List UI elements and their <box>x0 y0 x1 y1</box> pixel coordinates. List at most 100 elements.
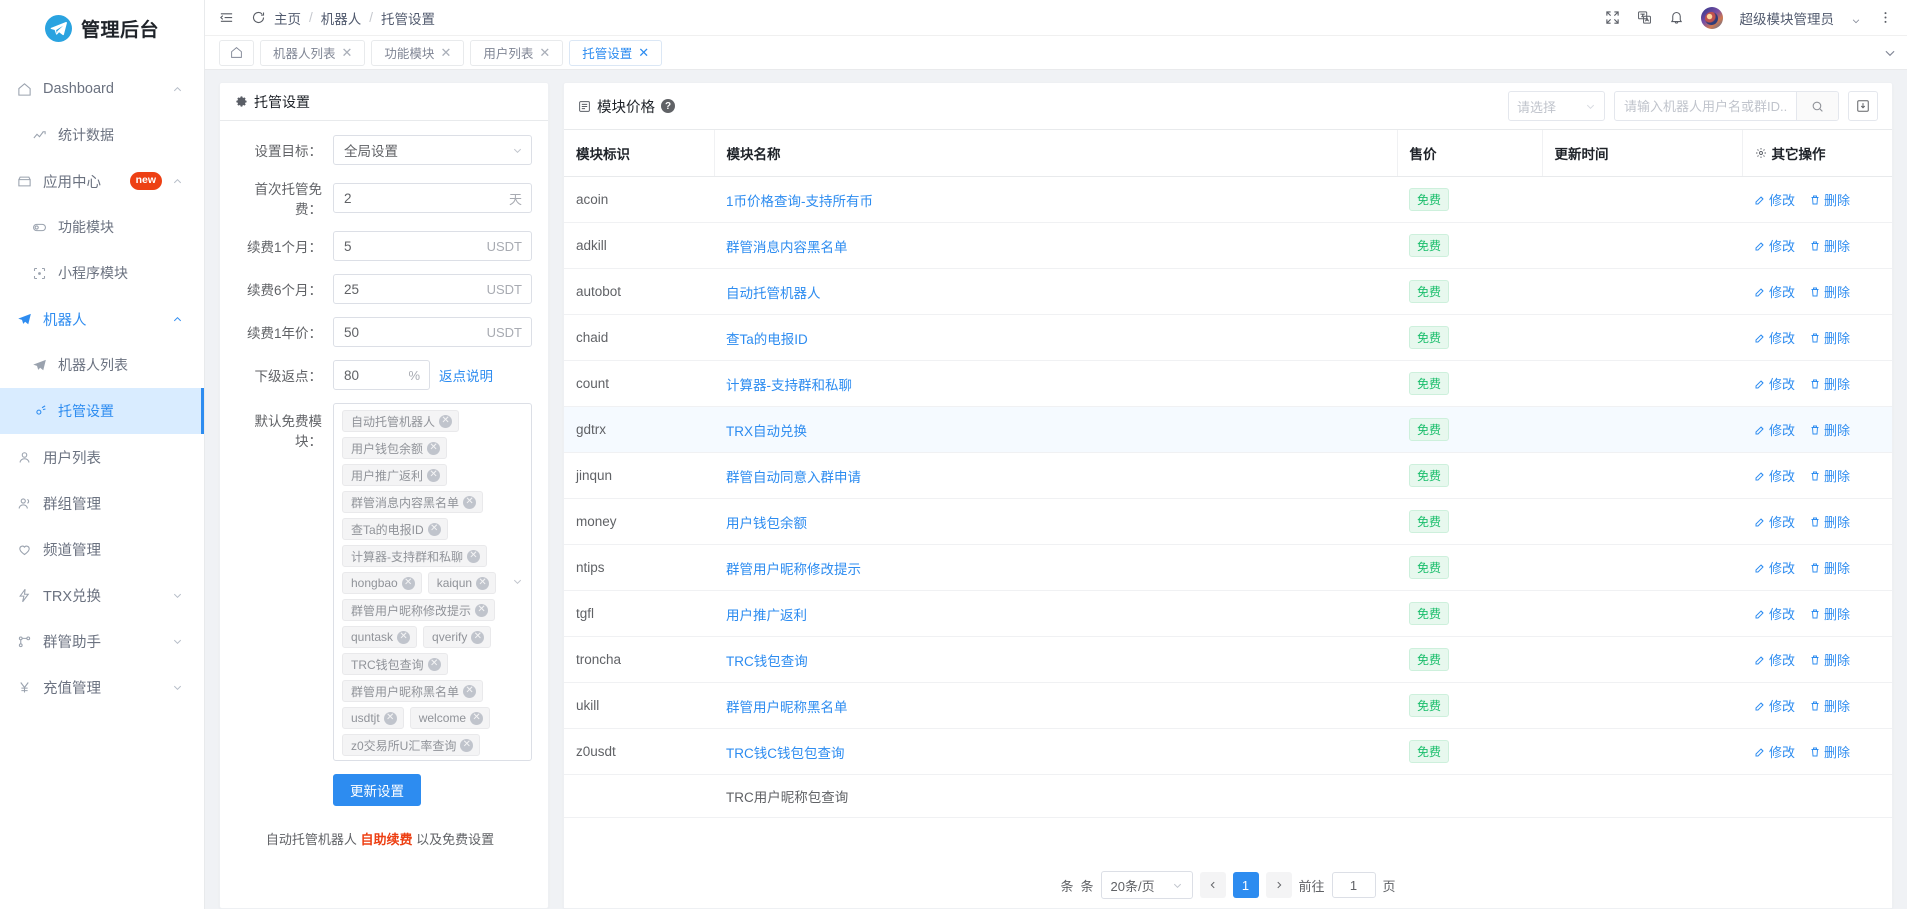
close-icon[interactable]: ✕ <box>440 46 451 59</box>
edit-button[interactable]: 修改 <box>1754 604 1795 623</box>
tab-robot-list[interactable]: 机器人列表 ✕ <box>260 39 366 66</box>
tag-remove-icon[interactable]: ✕ <box>427 468 441 482</box>
bell-icon[interactable] <box>1669 10 1684 25</box>
close-icon[interactable]: ✕ <box>638 46 649 59</box>
tag-remove-icon[interactable]: ✕ <box>470 711 484 725</box>
sidebar-item-channel-management[interactable]: 频道管理 <box>0 526 204 572</box>
chevron-down-icon[interactable] <box>512 135 523 165</box>
fullscreen-icon[interactable] <box>1605 10 1620 25</box>
edit-button[interactable]: 修改 <box>1754 236 1795 255</box>
delete-button[interactable]: 删除 <box>1809 650 1850 669</box>
tag-remove-icon[interactable]: ✕ <box>467 549 480 563</box>
tag-remove-icon[interactable]: ✕ <box>427 441 441 455</box>
module-name-link[interactable]: TRC用户昵称包查询 <box>714 774 1397 818</box>
free-module-tag[interactable]: usdtjt ✕ <box>342 707 404 729</box>
goto-page-input[interactable] <box>1331 872 1376 898</box>
edit-button[interactable]: 修改 <box>1754 374 1795 393</box>
tab-hosting-settings[interactable]: 托管设置 ✕ <box>569 39 663 66</box>
gear-icon[interactable] <box>1755 147 1767 159</box>
chevron-down-icon[interactable] <box>170 682 184 693</box>
module-name-link[interactable]: 群管自动同意入群申请 <box>726 470 861 485</box>
table-row[interactable]: autobot 自动托管机器人 免费 修改 删除 <box>564 268 1892 315</box>
update-settings-button[interactable]: 更新设置 <box>333 774 421 806</box>
free-module-tag[interactable]: 计算器-支持群和私聊 ✕ <box>342 545 487 567</box>
module-name-link[interactable]: 群管用户昵称黑名单 <box>726 700 848 715</box>
free-module-tag[interactable]: 自动托管机器人 ✕ <box>342 410 460 432</box>
chevron-down-icon[interactable] <box>170 636 184 647</box>
sidebar-item-function-modules[interactable]: 功能模块 <box>0 204 204 250</box>
tag-remove-icon[interactable]: ✕ <box>471 630 485 644</box>
module-name-link[interactable]: 群管消息内容黑名单 <box>726 240 848 255</box>
edit-button[interactable]: 修改 <box>1754 420 1795 439</box>
edit-button[interactable]: 修改 <box>1754 696 1795 715</box>
close-icon[interactable]: ✕ <box>342 46 353 59</box>
delete-button[interactable]: 删除 <box>1809 328 1850 347</box>
sidebar-item-recharge-management[interactable]: 充值管理 <box>0 664 204 710</box>
sidebar-item-hosting-settings[interactable]: 托管设置 <box>0 388 204 434</box>
table-row[interactable]: z0usdt TRC钱C钱包包查询 免费 修改 删除 <box>564 728 1892 775</box>
prev-page-button[interactable] <box>1199 872 1226 898</box>
more-vertical-icon[interactable] <box>1878 10 1893 25</box>
table-row[interactable]: money 用户钱包余额 免费 修改 删除 <box>564 498 1892 545</box>
rebate-help-link[interactable]: 返点说明 <box>439 365 493 385</box>
page-size-select[interactable]: 20条/页 <box>1100 871 1193 899</box>
collapse-menu-icon[interactable] <box>219 10 234 25</box>
delete-button[interactable]: 删除 <box>1809 374 1850 393</box>
delete-button[interactable]: 删除 <box>1809 236 1850 255</box>
sidebar-item-robot[interactable]: 机器人 <box>0 296 204 342</box>
tag-remove-icon[interactable]: ✕ <box>460 738 474 752</box>
module-name-link[interactable]: 用户钱包余额 <box>726 516 807 531</box>
sidebar-item-miniapp-modules[interactable]: 小程序模块 <box>0 250 204 296</box>
tag-remove-icon[interactable]: ✕ <box>439 414 453 428</box>
module-name-link[interactable]: TRC钱包查询 <box>726 654 808 669</box>
user-name[interactable]: 超级模块管理员 <box>1740 8 1835 28</box>
target-select[interactable] <box>333 135 532 165</box>
question-icon[interactable]: ? <box>661 99 675 113</box>
edit-button[interactable]: 修改 <box>1754 558 1795 577</box>
delete-button[interactable]: 删除 <box>1809 604 1850 623</box>
renew-1y-input[interactable] <box>333 317 532 347</box>
module-name-link[interactable]: TRX自动兑换 <box>726 424 807 439</box>
tag-remove-icon[interactable]: ✕ <box>397 630 411 644</box>
search-icon[interactable] <box>1796 92 1838 120</box>
module-name-link[interactable]: 1币价格查询-支持所有币 <box>726 194 873 209</box>
chevron-down-icon[interactable] <box>170 590 184 601</box>
chevron-up-icon[interactable] <box>170 314 184 325</box>
tab-overflow-button[interactable] <box>1883 36 1897 69</box>
free-module-tag[interactable]: 查Ta的电报ID ✕ <box>342 518 448 540</box>
module-name-link[interactable]: TRC钱C钱包包查询 <box>726 746 845 761</box>
module-name-link[interactable]: 用户推广返利 <box>726 608 807 623</box>
delete-button[interactable]: 删除 <box>1809 742 1850 761</box>
table-row[interactable]: adkill 群管消息内容黑名单 免费 修改 删除 <box>564 222 1892 269</box>
delete-button[interactable]: 删除 <box>1809 466 1850 485</box>
breadcrumb-item-robot[interactable]: 机器人 <box>321 8 362 28</box>
chevron-up-icon[interactable] <box>170 176 184 187</box>
delete-button[interactable]: 删除 <box>1809 558 1850 577</box>
sidebar-item-robot-list[interactable]: 机器人列表 <box>0 342 204 388</box>
table-row[interactable]: troncha TRC钱包查询 免费 修改 删除 <box>564 636 1892 683</box>
close-icon[interactable]: ✕ <box>539 46 550 59</box>
avatar[interactable] <box>1700 6 1723 29</box>
table-row[interactable]: jinqun 群管自动同意入群申请 免费 修改 删除 <box>564 452 1892 499</box>
export-icon[interactable] <box>1848 91 1878 121</box>
tag-remove-icon[interactable]: ✕ <box>475 603 489 617</box>
rebate-input[interactable] <box>333 360 430 390</box>
free-module-tag[interactable]: quntask ✕ <box>342 626 418 648</box>
module-name-link[interactable]: 计算器-支持群和私聊 <box>726 378 852 393</box>
chevron-up-icon[interactable] <box>170 84 184 95</box>
table-row-partial[interactable]: TRC用户昵称包查询 <box>564 774 1892 818</box>
table-row[interactable]: chaid 查Ta的电报ID 免费 修改 删除 <box>564 314 1892 361</box>
tab-user-list[interactable]: 用户列表 ✕ <box>470 39 564 66</box>
table-row[interactable]: gdtrx TRX自动兑换 免费 修改 删除 <box>564 406 1892 453</box>
free-module-tag[interactable]: hongbao ✕ <box>342 572 422 594</box>
edit-button[interactable]: 修改 <box>1754 650 1795 669</box>
free-module-tag[interactable]: 群管用户昵称黑名单 ✕ <box>342 680 484 702</box>
sidebar-item-dashboard[interactable]: Dashboard <box>0 66 204 112</box>
renew-1m-input[interactable] <box>333 231 532 261</box>
tag-remove-icon[interactable]: ✕ <box>476 576 490 590</box>
table-row[interactable]: tgfl 用户推广返利 免费 修改 删除 <box>564 590 1892 637</box>
edit-button[interactable]: 修改 <box>1754 328 1795 347</box>
free-module-tag[interactable]: z0交易所U汇率查询 ✕ <box>342 734 481 756</box>
free-module-tag[interactable]: qverify ✕ <box>423 626 492 648</box>
module-filter-select[interactable]: 请选择 <box>1508 91 1605 121</box>
